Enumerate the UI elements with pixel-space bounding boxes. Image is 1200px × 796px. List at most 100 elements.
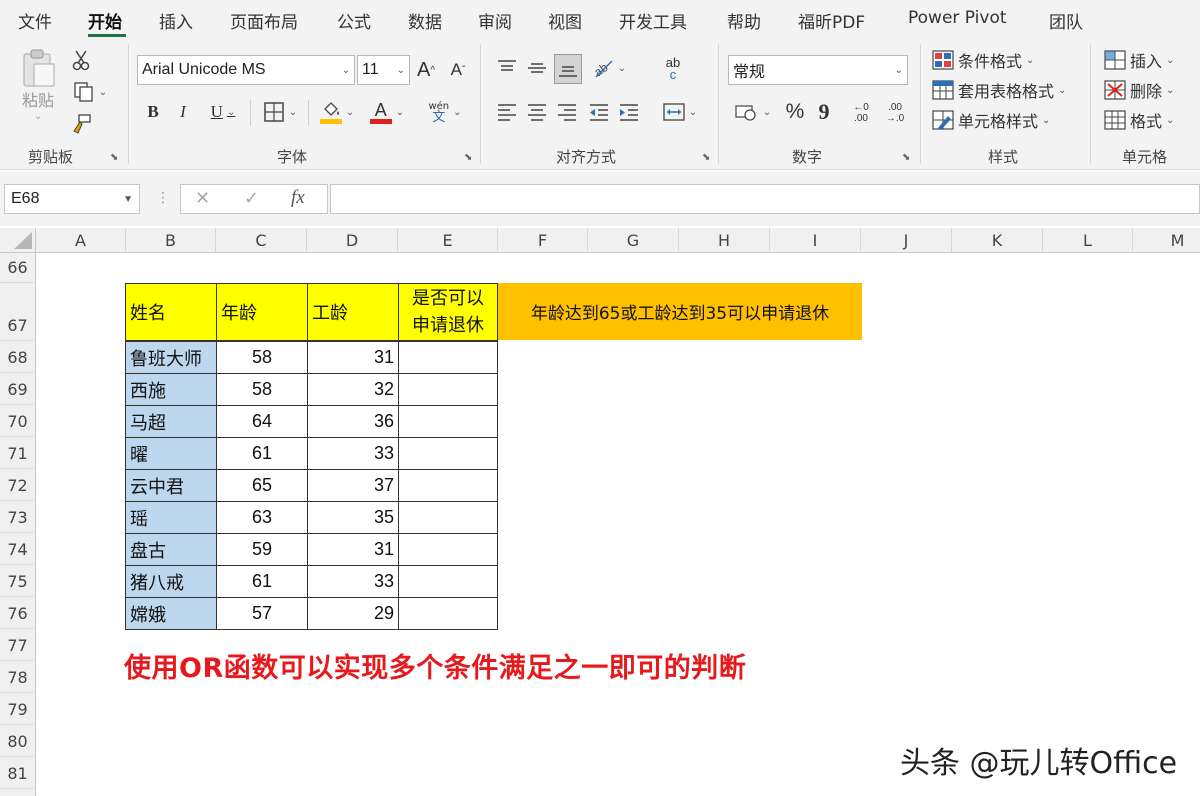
name-cell[interactable]: 云中君 — [125, 469, 217, 502]
orientation-button[interactable]: ab ⌄ — [586, 54, 632, 82]
tab-review[interactable]: 审阅 — [478, 8, 512, 33]
alignment-launcher-icon[interactable]: ⬊ — [702, 152, 710, 163]
shrink-font-button[interactable]: Aˇ — [446, 55, 470, 85]
font-size-select[interactable]: 11 ⌄ — [357, 55, 410, 85]
retire-cell[interactable] — [398, 565, 498, 598]
age-cell[interactable]: 61 — [216, 437, 308, 470]
fill-color-button[interactable]: ⌄ — [314, 96, 360, 128]
tab-power-pivot[interactable]: Power Pivot — [908, 8, 1007, 28]
age-cell[interactable]: 59 — [216, 533, 308, 566]
name-cell[interactable]: 盘古 — [125, 533, 217, 566]
merge-center-button[interactable]: ⌄ — [656, 98, 704, 126]
increase-decimal-button[interactable]: ←0 .00 — [846, 98, 876, 128]
retire-cell[interactable] — [398, 405, 498, 438]
name-cell[interactable]: 瑶 — [125, 501, 217, 534]
grow-font-button[interactable]: A ^ — [414, 55, 438, 85]
italic-button[interactable]: I — [170, 98, 196, 126]
font-launcher-icon[interactable]: ⬊ — [464, 152, 472, 163]
column-header-i[interactable]: I — [770, 228, 861, 253]
column-header-d[interactable]: D — [307, 228, 398, 253]
tab-developer[interactable]: 开发工具 — [619, 8, 687, 33]
age-cell[interactable]: 63 — [216, 501, 308, 534]
service-cell[interactable]: 31 — [307, 341, 399, 374]
accounting-format-button[interactable]: ⌄ — [730, 98, 776, 126]
number-launcher-icon[interactable]: ⬊ — [902, 152, 910, 163]
row-header-81[interactable]: 81 — [0, 757, 36, 789]
bold-button[interactable]: B — [140, 98, 166, 126]
service-cell[interactable]: 35 — [307, 501, 399, 534]
row-header-69[interactable]: 69 — [0, 373, 36, 405]
rule-note-cell[interactable]: 年龄达到65或工龄达到35可以申请退休 — [498, 283, 862, 340]
name-cell[interactable]: 马超 — [125, 405, 217, 438]
row-header-72[interactable]: 72 — [0, 469, 36, 501]
cancel-icon[interactable]: ✕ — [195, 188, 210, 209]
borders-button[interactable]: ⌄ — [256, 98, 304, 126]
tab-insert[interactable]: 插入 — [159, 8, 193, 33]
name-box[interactable]: E68 ▼ — [4, 184, 140, 214]
align-left-button[interactable] — [494, 98, 520, 126]
row-header-74[interactable]: 74 — [0, 533, 36, 565]
column-header-b[interactable]: B — [126, 228, 216, 253]
row-header-66[interactable]: 66 — [0, 253, 36, 283]
column-header-f[interactable]: F — [498, 228, 588, 253]
row-header-77[interactable]: 77 — [0, 629, 36, 661]
header-cell-age[interactable]: 年龄 — [216, 283, 308, 341]
tab-foxit-pdf[interactable]: 福昕PDF — [798, 8, 865, 33]
age-cell[interactable]: 57 — [216, 597, 308, 630]
name-cell[interactable]: 西施 — [125, 373, 217, 406]
retire-cell[interactable] — [398, 501, 498, 534]
age-cell[interactable]: 58 — [216, 373, 308, 406]
age-cell[interactable]: 58 — [216, 341, 308, 374]
tab-team[interactable]: 团队 — [1049, 8, 1083, 33]
column-header-a[interactable]: A — [36, 228, 126, 253]
retire-cell[interactable] — [398, 373, 498, 406]
retire-cell[interactable] — [398, 533, 498, 566]
age-cell[interactable]: 64 — [216, 405, 308, 438]
column-header-h[interactable]: H — [679, 228, 770, 253]
service-cell[interactable]: 33 — [307, 437, 399, 470]
header-cell-name[interactable]: 姓名 — [125, 283, 217, 341]
column-header-j[interactable]: J — [861, 228, 952, 253]
phonetic-button[interactable]: wén 文 ⌄ — [420, 96, 470, 128]
align-middle-button[interactable] — [524, 54, 550, 82]
retire-cell[interactable] — [398, 437, 498, 470]
format-as-table-button[interactable]: 套用表格格式 ⌄ — [932, 78, 1066, 102]
row-header-76[interactable]: 76 — [0, 597, 36, 629]
enter-icon[interactable]: ✓ — [244, 188, 259, 209]
select-all-button[interactable] — [0, 228, 36, 253]
tab-help[interactable]: 帮助 — [727, 8, 761, 33]
column-header-m[interactable]: M — [1133, 228, 1200, 253]
column-header-c[interactable]: C — [216, 228, 307, 253]
row-header-68[interactable]: 68 — [0, 341, 36, 373]
clipboard-launcher-icon[interactable]: ⬊ — [110, 152, 118, 163]
age-cell[interactable]: 65 — [216, 469, 308, 502]
tab-formulas[interactable]: 公式 — [337, 8, 371, 33]
increase-indent-button[interactable] — [616, 98, 642, 126]
row-header-78[interactable]: 78 — [0, 661, 36, 693]
align-center-button[interactable] — [524, 98, 550, 126]
name-cell[interactable]: 猪八戒 — [125, 565, 217, 598]
column-header-l[interactable]: L — [1043, 228, 1133, 253]
align-bottom-button[interactable] — [554, 54, 582, 84]
row-header-71[interactable]: 71 — [0, 437, 36, 469]
column-header-k[interactable]: K — [952, 228, 1043, 253]
row-header-80[interactable]: 80 — [0, 725, 36, 757]
align-right-button[interactable] — [554, 98, 580, 126]
row-header-75[interactable]: 75 — [0, 565, 36, 597]
retire-cell[interactable] — [398, 341, 498, 374]
tab-file[interactable]: 文件 — [18, 8, 52, 33]
delete-cells-button[interactable]: 删除 ⌄ — [1104, 78, 1174, 102]
service-cell[interactable]: 37 — [307, 469, 399, 502]
cell-styles-button[interactable]: 单元格样式 ⌄ — [932, 108, 1050, 132]
retire-cell[interactable] — [398, 597, 498, 630]
number-format-select[interactable]: 常规 ⌄ — [728, 55, 908, 85]
conditional-formatting-button[interactable]: 条件格式 ⌄ — [932, 48, 1034, 72]
underline-button[interactable]: U ⌄ — [200, 98, 246, 126]
insert-cells-button[interactable]: 插入 ⌄ — [1104, 48, 1174, 72]
wrap-text-button[interactable]: ab c — [656, 54, 690, 84]
header-cell-retire[interactable]: 是否可以 申请退休 — [398, 283, 498, 341]
name-cell[interactable]: 曜 — [125, 437, 217, 470]
column-header-g[interactable]: G — [588, 228, 679, 253]
name-cell[interactable]: 鲁班大师 — [125, 341, 217, 374]
cut-button[interactable] — [68, 48, 94, 72]
